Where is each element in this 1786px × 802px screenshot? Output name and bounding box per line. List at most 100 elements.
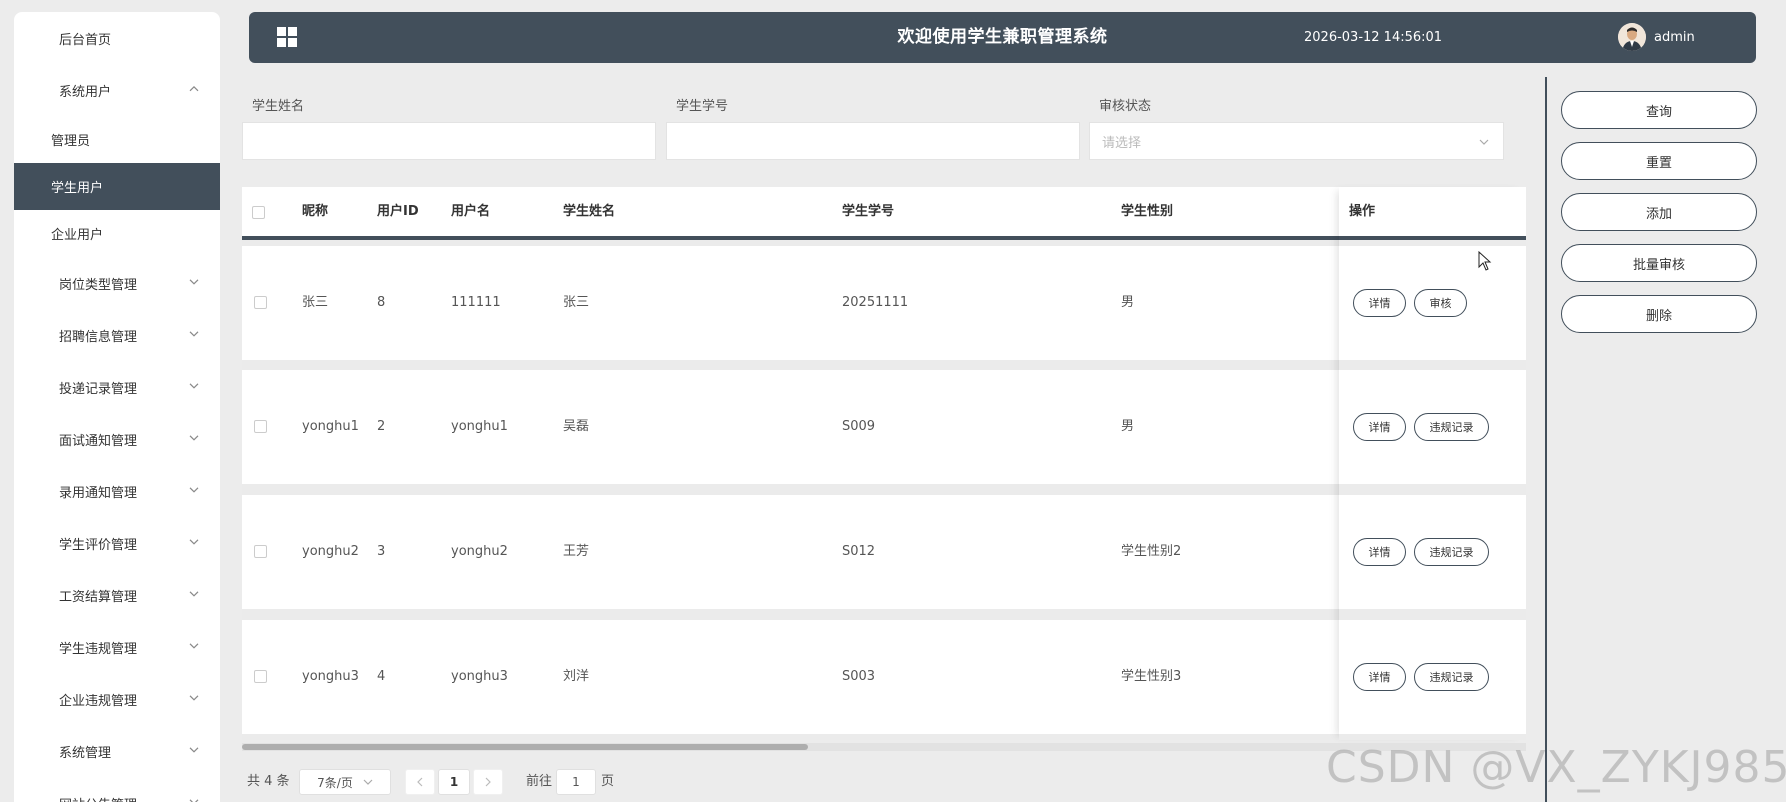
student-table: 昵称 用户ID 用户名 学生姓名 学生学号 学生性别 操作 张三 8 11111… [242,187,1526,740]
sidebar-item-label: 面试通知管理 [59,433,138,449]
sidebar-item-label: 学生评价管理 [59,537,138,553]
cell-user-id: 8 [377,295,386,310]
horizontal-scrollbar-thumb[interactable] [242,744,808,750]
chevron-down-icon [188,536,200,548]
goto-suffix: 页 [601,774,615,789]
sidebar-item-home[interactable]: 后台首页 [14,12,220,64]
sidebar-item-label: 企业用户 [51,228,104,243]
watermark: CSDN @VX_ZYKJ985 [1326,742,1786,793]
sidebar-item-student-violations[interactable]: 学生违规管理 [14,621,220,673]
column-header-nickname[interactable]: 昵称 [302,187,328,236]
sidebar-item-job-types[interactable]: 岗位类型管理 [14,257,220,309]
chevron-down-icon [1479,139,1489,145]
sidebar-subitem-student-users[interactable]: 学生用户 [14,163,220,210]
cell-student-number: S012 [842,544,876,559]
reset-button[interactable]: 重置 [1561,142,1757,180]
column-header-gender[interactable]: 学生性别 [1121,187,1173,236]
sidebar-item-system-users[interactable]: 系统用户 [14,64,220,116]
sidebar-item-evaluations[interactable]: 学生评价管理 [14,517,220,569]
row-checkbox[interactable] [254,545,267,558]
detail-button[interactable]: 详情 [1353,538,1406,566]
violation-record-button[interactable]: 违规记录 [1414,538,1489,566]
sidebar-item-interviews[interactable]: 面试通知管理 [14,413,220,465]
cell-student-number: S003 [842,669,876,684]
sidebar-item-label: 岗位类型管理 [59,277,138,293]
cell-nickname: 张三 [302,295,329,310]
detail-button[interactable]: 详情 [1353,289,1406,317]
sidebar-item-system-management[interactable]: 系统管理 [14,725,220,777]
chevron-down-icon [188,796,200,802]
review-status-label: 审核状态 [1099,99,1152,114]
query-button[interactable]: 查询 [1561,91,1757,129]
page-number-current[interactable]: 1 [438,769,470,795]
detail-button[interactable]: 详情 [1353,663,1406,691]
detail-button[interactable]: 详情 [1353,413,1406,441]
sidebar-item-label: 系统用户 [59,84,112,100]
sidebar-subitem-company-users[interactable]: 企业用户 [14,210,220,257]
column-header-student-name[interactable]: 学生姓名 [563,187,615,236]
violation-record-button[interactable]: 违规记录 [1414,663,1489,691]
cell-user-id: 3 [377,544,386,559]
column-header-student-number[interactable]: 学生学号 [842,187,894,236]
table-header: 昵称 用户ID 用户名 学生姓名 学生学号 学生性别 操作 [242,187,1526,240]
cell-nickname: yonghu2 [302,544,359,559]
row-checkbox[interactable] [254,670,267,683]
cell-gender: 男 [1121,295,1135,310]
table-row: yonghu2 3 yonghu2 王芳 S012 学生性别2 详情 违规记录 [242,495,1526,609]
add-button[interactable]: 添加 [1561,193,1757,231]
column-header-user-id[interactable]: 用户ID [377,187,419,236]
sidebar-item-offers[interactable]: 录用通知管理 [14,465,220,517]
cell-gender: 学生性别3 [1121,669,1182,684]
cell-student-name: 张三 [563,295,590,310]
cell-student-name: 吴磊 [563,419,590,434]
sidebar-item-label: 工资结算管理 [59,589,138,605]
cell-user-id: 4 [377,669,386,684]
next-page-button[interactable] [473,769,503,795]
student-name-input[interactable] [242,122,656,160]
sidebar-item-applications[interactable]: 投递记录管理 [14,361,220,413]
cell-student-number: S009 [842,419,876,434]
sidebar-item-company-violations[interactable]: 企业违规管理 [14,673,220,725]
cell-student-name: 王芳 [563,544,590,559]
cell-student-name: 刘洋 [563,669,590,684]
batch-review-button[interactable]: 批量审核 [1561,244,1757,282]
row-checkbox[interactable] [254,420,267,433]
violation-record-button[interactable]: 违规记录 [1414,413,1489,441]
sidebar-item-label: 录用通知管理 [59,485,138,501]
review-button[interactable]: 审核 [1414,289,1467,317]
chevron-down-icon [188,276,200,288]
sidebar-item-label: 学生违规管理 [59,641,138,657]
sidebar-item-recruitment[interactable]: 招聘信息管理 [14,309,220,361]
chevron-down-icon [188,484,200,496]
avatar[interactable] [1618,23,1646,51]
chevron-down-icon [188,588,200,600]
page-size-select[interactable]: 7条/页 [299,769,391,795]
cell-user-id: 2 [377,419,386,434]
cell-nickname: yonghu1 [302,419,359,434]
select-all-checkbox[interactable] [252,206,265,219]
goto-page-input[interactable]: 1 [556,769,596,795]
cell-gender: 学生性别2 [1121,544,1182,559]
sidebar-item-announcements[interactable]: 网站公告管理 [14,777,220,802]
sidebar-subitem-admin[interactable]: 管理员 [14,116,220,163]
prev-page-button[interactable] [405,769,435,795]
header-datetime: 2026-03-12 14:56:01 [1304,30,1443,45]
sidebar-item-label: 网站公告管理 [59,794,137,802]
sidebar-item-payroll[interactable]: 工资结算管理 [14,569,220,621]
goto-prefix: 前往 [526,774,553,789]
table-row: yonghu1 2 yonghu1 吴磊 S009 男 详情 违规记录 [242,370,1526,484]
page-title: 欢迎使用学生兼职管理系统 [897,27,1108,47]
cell-username: yonghu3 [451,669,508,684]
chevron-left-icon [417,777,423,787]
student-number-input[interactable] [666,122,1080,160]
sidebar-item-label: 系统管理 [59,745,112,761]
row-checkbox[interactable] [254,296,267,309]
column-header-username[interactable]: 用户名 [451,187,490,236]
select-placeholder: 请选择 [1102,135,1142,151]
user-name[interactable]: admin [1654,12,1695,63]
delete-button[interactable]: 删除 [1561,295,1757,333]
chevron-down-icon [188,744,200,756]
cell-student-number: 20251111 [842,295,909,310]
review-status-select[interactable]: 请选择 [1089,122,1504,160]
column-header-actions: 操作 [1349,204,1376,219]
